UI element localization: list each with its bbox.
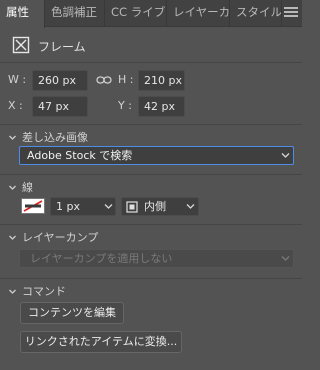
insert-image-selected: Adobe Stock で検索 bbox=[27, 149, 133, 162]
insert-image-title: 差し込み画像 bbox=[22, 131, 88, 144]
tab-label: レイヤーカン bbox=[173, 5, 230, 19]
layer-comp-dropdown[interactable]: レイヤーカンプを適用しない bbox=[19, 249, 294, 268]
commands-title: コマンド bbox=[22, 285, 66, 298]
tab-label: スタイル bbox=[236, 5, 282, 19]
stroke-color-swatch[interactable] bbox=[21, 198, 45, 214]
x-field[interactable]: 47 px bbox=[32, 96, 88, 117]
chevron-down-icon[interactable] bbox=[8, 287, 17, 296]
y-field[interactable]: 42 px bbox=[138, 96, 185, 117]
height-field[interactable]: 210 px bbox=[138, 70, 185, 91]
x-label: X : bbox=[8, 99, 23, 112]
chevron-down-icon[interactable] bbox=[8, 233, 17, 242]
panel-menu-icon[interactable] bbox=[284, 7, 298, 21]
layer-comp-title: レイヤーカンプ bbox=[22, 231, 99, 244]
tab-label: 色調補正 bbox=[51, 5, 97, 19]
height-label: H : bbox=[118, 73, 134, 86]
stroke-position-value: 内側 bbox=[144, 200, 166, 213]
dropdown-arrow-icon bbox=[104, 203, 113, 210]
y-label: Y : bbox=[118, 99, 132, 112]
stroke-inside-icon bbox=[126, 201, 138, 213]
stroke-width-value: 1 px bbox=[56, 200, 80, 213]
tab-label: 属性 bbox=[6, 5, 29, 19]
width-field[interactable]: 260 px bbox=[32, 70, 88, 91]
link-icon[interactable] bbox=[96, 74, 112, 86]
tab-properties[interactable]: 属性 bbox=[0, 0, 45, 28]
insert-image-dropdown[interactable]: Adobe Stock で検索 bbox=[19, 146, 294, 165]
edit-contents-button[interactable]: コンテンツを編集 bbox=[20, 302, 124, 324]
tab-layer-comps[interactable]: レイヤーカン bbox=[167, 0, 230, 27]
divider bbox=[0, 278, 302, 279]
convert-linked-button[interactable]: リンクされたアイテムに変換... bbox=[20, 331, 182, 353]
dropdown-arrow-icon bbox=[281, 255, 290, 262]
frame-icon bbox=[12, 36, 30, 54]
tab-label: CC ライブラ bbox=[111, 5, 166, 19]
divider bbox=[0, 224, 302, 225]
tab-styles[interactable]: スタイル bbox=[230, 0, 282, 27]
width-label: W : bbox=[8, 73, 27, 86]
divider bbox=[0, 124, 302, 125]
panel-title: フレーム bbox=[38, 40, 86, 54]
stroke-title: 線 bbox=[22, 181, 33, 194]
chevron-down-icon[interactable] bbox=[8, 183, 17, 192]
tab-cc-libraries[interactable]: CC ライブラ bbox=[105, 0, 167, 27]
layer-comp-value: レイヤーカンプを適用しない bbox=[30, 252, 173, 265]
chevron-down-icon[interactable] bbox=[8, 133, 17, 142]
tab-adjustments[interactable]: 色調補正 bbox=[45, 0, 105, 27]
dropdown-arrow-icon bbox=[186, 203, 195, 210]
dropdown-arrow-icon bbox=[281, 152, 290, 159]
divider bbox=[0, 174, 302, 175]
divider bbox=[0, 62, 302, 63]
